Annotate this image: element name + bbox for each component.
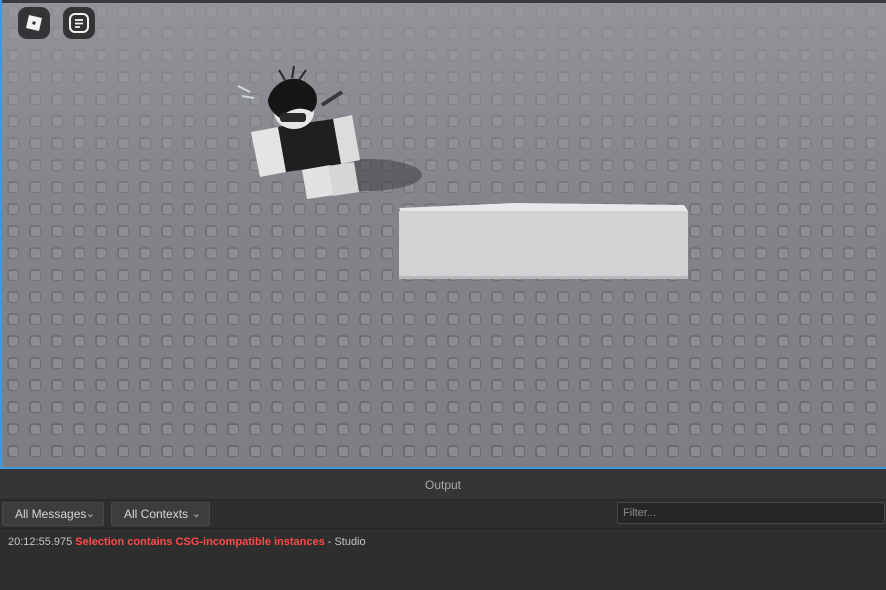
baseplate-ground — [2, 0, 886, 469]
all-contexts-dropdown[interactable]: All Contexts ⌄ — [111, 502, 210, 526]
roblox-menu-button[interactable] — [18, 7, 50, 39]
viewport-top-border — [2, 0, 886, 3]
log-source: Studio — [334, 536, 366, 548]
all-contexts-label: All Contexts — [124, 507, 189, 521]
output-panel-title: Output — [0, 469, 886, 500]
white-block-part[interactable] — [399, 203, 688, 279]
output-toolbar: All Messages ⌄ All Contexts ⌄ — [0, 500, 886, 529]
output-log[interactable]: 20:12:55.975 Selection contains CSG-inco… — [0, 529, 886, 555]
log-separator: - — [324, 536, 335, 548]
all-messages-dropdown[interactable]: All Messages ⌄ — [2, 502, 104, 526]
filter-input[interactable] — [617, 502, 885, 524]
log-line[interactable]: 20:12:55.975 Selection contains CSG-inco… — [8, 535, 878, 549]
output-panel: Output All Messages ⌄ All Contexts ⌄ 20:… — [0, 469, 886, 590]
log-error-message: Selection contains CSG-incompatible inst… — [75, 536, 325, 548]
chat-button[interactable] — [63, 7, 95, 39]
log-timestamp: 20:12:55.975 — [8, 536, 73, 548]
3d-viewport[interactable] — [0, 0, 886, 469]
chat-menu-icon — [69, 13, 89, 33]
chevron-down-icon: ⌄ — [85, 508, 95, 520]
roblox-logo-icon — [26, 15, 42, 31]
chevron-down-icon: ⌄ — [191, 508, 201, 520]
all-messages-label: All Messages — [15, 507, 87, 521]
